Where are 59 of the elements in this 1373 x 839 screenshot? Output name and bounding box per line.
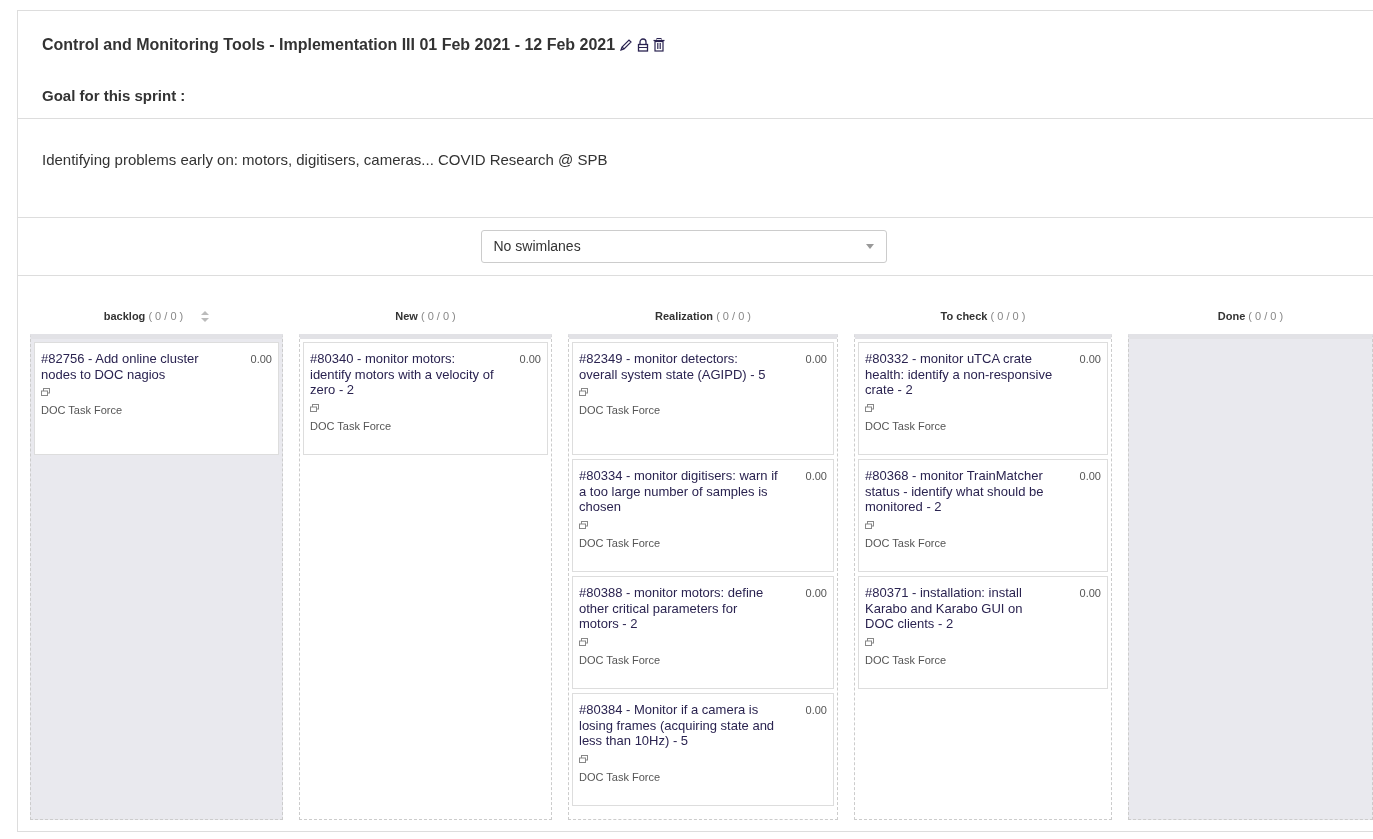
sort-icon[interactable] bbox=[201, 310, 210, 322]
team-label: DOC Task Force bbox=[579, 404, 661, 417]
windows-icon[interactable] bbox=[41, 388, 50, 397]
sprint-goal: Identifying problems early on: motors, digitisers, cameras... COVID Research @ SPB bbox=[42, 150, 608, 168]
task-card[interactable]: #80332 - monitor uTCA crate health: identify a non-responsive crate - 2 0.00 DOC Task Force bbox=[858, 342, 1108, 455]
goal-label: Goal for this sprint : bbox=[42, 86, 186, 106]
column-title: Done ( 0 / 0 ) bbox=[1217, 308, 1284, 324]
task-points: 0.00 bbox=[805, 352, 827, 367]
task-title[interactable]: #82756 - Add online cluster nodes to DOC nagios bbox=[41, 351, 225, 383]
windows-icon[interactable] bbox=[310, 403, 319, 412]
team-label: DOC Task Force bbox=[579, 536, 661, 549]
team-label: DOC Task Force bbox=[579, 653, 661, 666]
windows-icon[interactable] bbox=[579, 637, 588, 646]
column-title: To check ( 0 / 0 ) bbox=[940, 308, 1026, 324]
column-title: New ( 0 / 0 ) bbox=[395, 308, 456, 324]
lock-icon[interactable] bbox=[637, 38, 650, 52]
task-points: 0.00 bbox=[519, 352, 541, 367]
task-title[interactable]: #80371 - installation: install Karabo and Karabo GUI on DOC clients - 2 bbox=[865, 585, 1054, 632]
caret-icon bbox=[865, 244, 874, 249]
windows-icon[interactable] bbox=[865, 637, 874, 646]
task-points: 0.00 bbox=[805, 703, 827, 718]
swimlanes-dropdown[interactable]: No swimlanes bbox=[480, 230, 887, 263]
task-points: 0.00 bbox=[1079, 352, 1101, 367]
task-title[interactable]: #80368 - monitor TrainMatcher status - identify what should be monitored - 2 bbox=[865, 468, 1054, 515]
column-title: Realization ( 0 / 0 ) bbox=[655, 308, 751, 324]
task-title[interactable]: #80388 - monitor motors: define other critical parameters for motors - 2 bbox=[579, 585, 780, 632]
task-card[interactable]: #80368 - monitor TrainMatcher status - identify what should be monitored - 2 0.00 DOC Task Force bbox=[858, 459, 1108, 572]
task-title[interactable]: #80332 - monitor uTCA crate health: identify a non-responsive crate - 2 bbox=[865, 351, 1054, 398]
task-title[interactable]: #80334 - monitor digitisers: warn if a too large number of samples is chosen bbox=[579, 468, 780, 515]
trash-icon[interactable] bbox=[653, 38, 666, 52]
column-title: backlog ( 0 / 0 ) bbox=[103, 308, 184, 324]
task-points: 0.00 bbox=[1079, 469, 1101, 484]
task-points: 0.00 bbox=[1079, 586, 1101, 601]
team-label: DOC Task Force bbox=[865, 419, 947, 432]
team-label: DOC Task Force bbox=[41, 404, 123, 417]
task-card[interactable]: #80340 - monitor motors: identify motors with a velocity of zero - 2 0.00 DOC Task Force bbox=[303, 342, 548, 455]
team-label: DOC Task Force bbox=[865, 536, 947, 549]
team-label: DOC Task Force bbox=[865, 653, 947, 666]
task-title[interactable]: #80384 - Monitor if a camera is losing frames (acquiring state and less than 10Hz) - 5 bbox=[579, 702, 780, 749]
windows-icon[interactable] bbox=[865, 520, 874, 529]
task-card[interactable]: #82349 - monitor detectors: overall system state (AGIPD) - 5 0.00 DOC Task Force bbox=[572, 342, 834, 455]
sprint-title: Control and Monitoring Tools - Implementation III 01 Feb 2021 - 12 Feb 2021 bbox=[42, 35, 616, 55]
task-card[interactable]: #80371 - installation: install Karabo and Karabo GUI on DOC clients - 2 0.00 DOC Task Force bbox=[858, 576, 1108, 689]
windows-icon[interactable] bbox=[579, 388, 588, 397]
windows-icon[interactable] bbox=[865, 403, 874, 412]
windows-icon[interactable] bbox=[579, 754, 588, 763]
edit-icon[interactable] bbox=[619, 38, 634, 52]
task-points: 0.00 bbox=[805, 469, 827, 484]
task-points: 0.00 bbox=[250, 352, 272, 367]
task-card[interactable]: #82756 - Add online cluster nodes to DOC nagios 0.00 DOC Task Force bbox=[34, 342, 279, 455]
task-card[interactable]: #80384 - Monitor if a camera is losing frames (acquiring state and less than 10Hz) - 5 0.00 DOC Task Force bbox=[572, 693, 834, 806]
task-card[interactable]: #80388 - monitor motors: define other critical parameters for motors - 2 0.00 DOC Task Force bbox=[572, 576, 834, 689]
task-points: 0.00 bbox=[805, 586, 827, 601]
task-card[interactable]: #80334 - monitor digitisers: warn if a too large number of samples is chosen 0.00 DOC Task Force bbox=[572, 459, 834, 572]
windows-icon[interactable] bbox=[579, 520, 588, 529]
task-title[interactable]: #82349 - monitor detectors: overall system state (AGIPD) - 5 bbox=[579, 351, 780, 383]
task-title[interactable]: #80340 - monitor motors: identify motors with a velocity of zero - 2 bbox=[310, 351, 494, 398]
team-label: DOC Task Force bbox=[579, 770, 661, 783]
team-label: DOC Task Force bbox=[310, 419, 392, 432]
